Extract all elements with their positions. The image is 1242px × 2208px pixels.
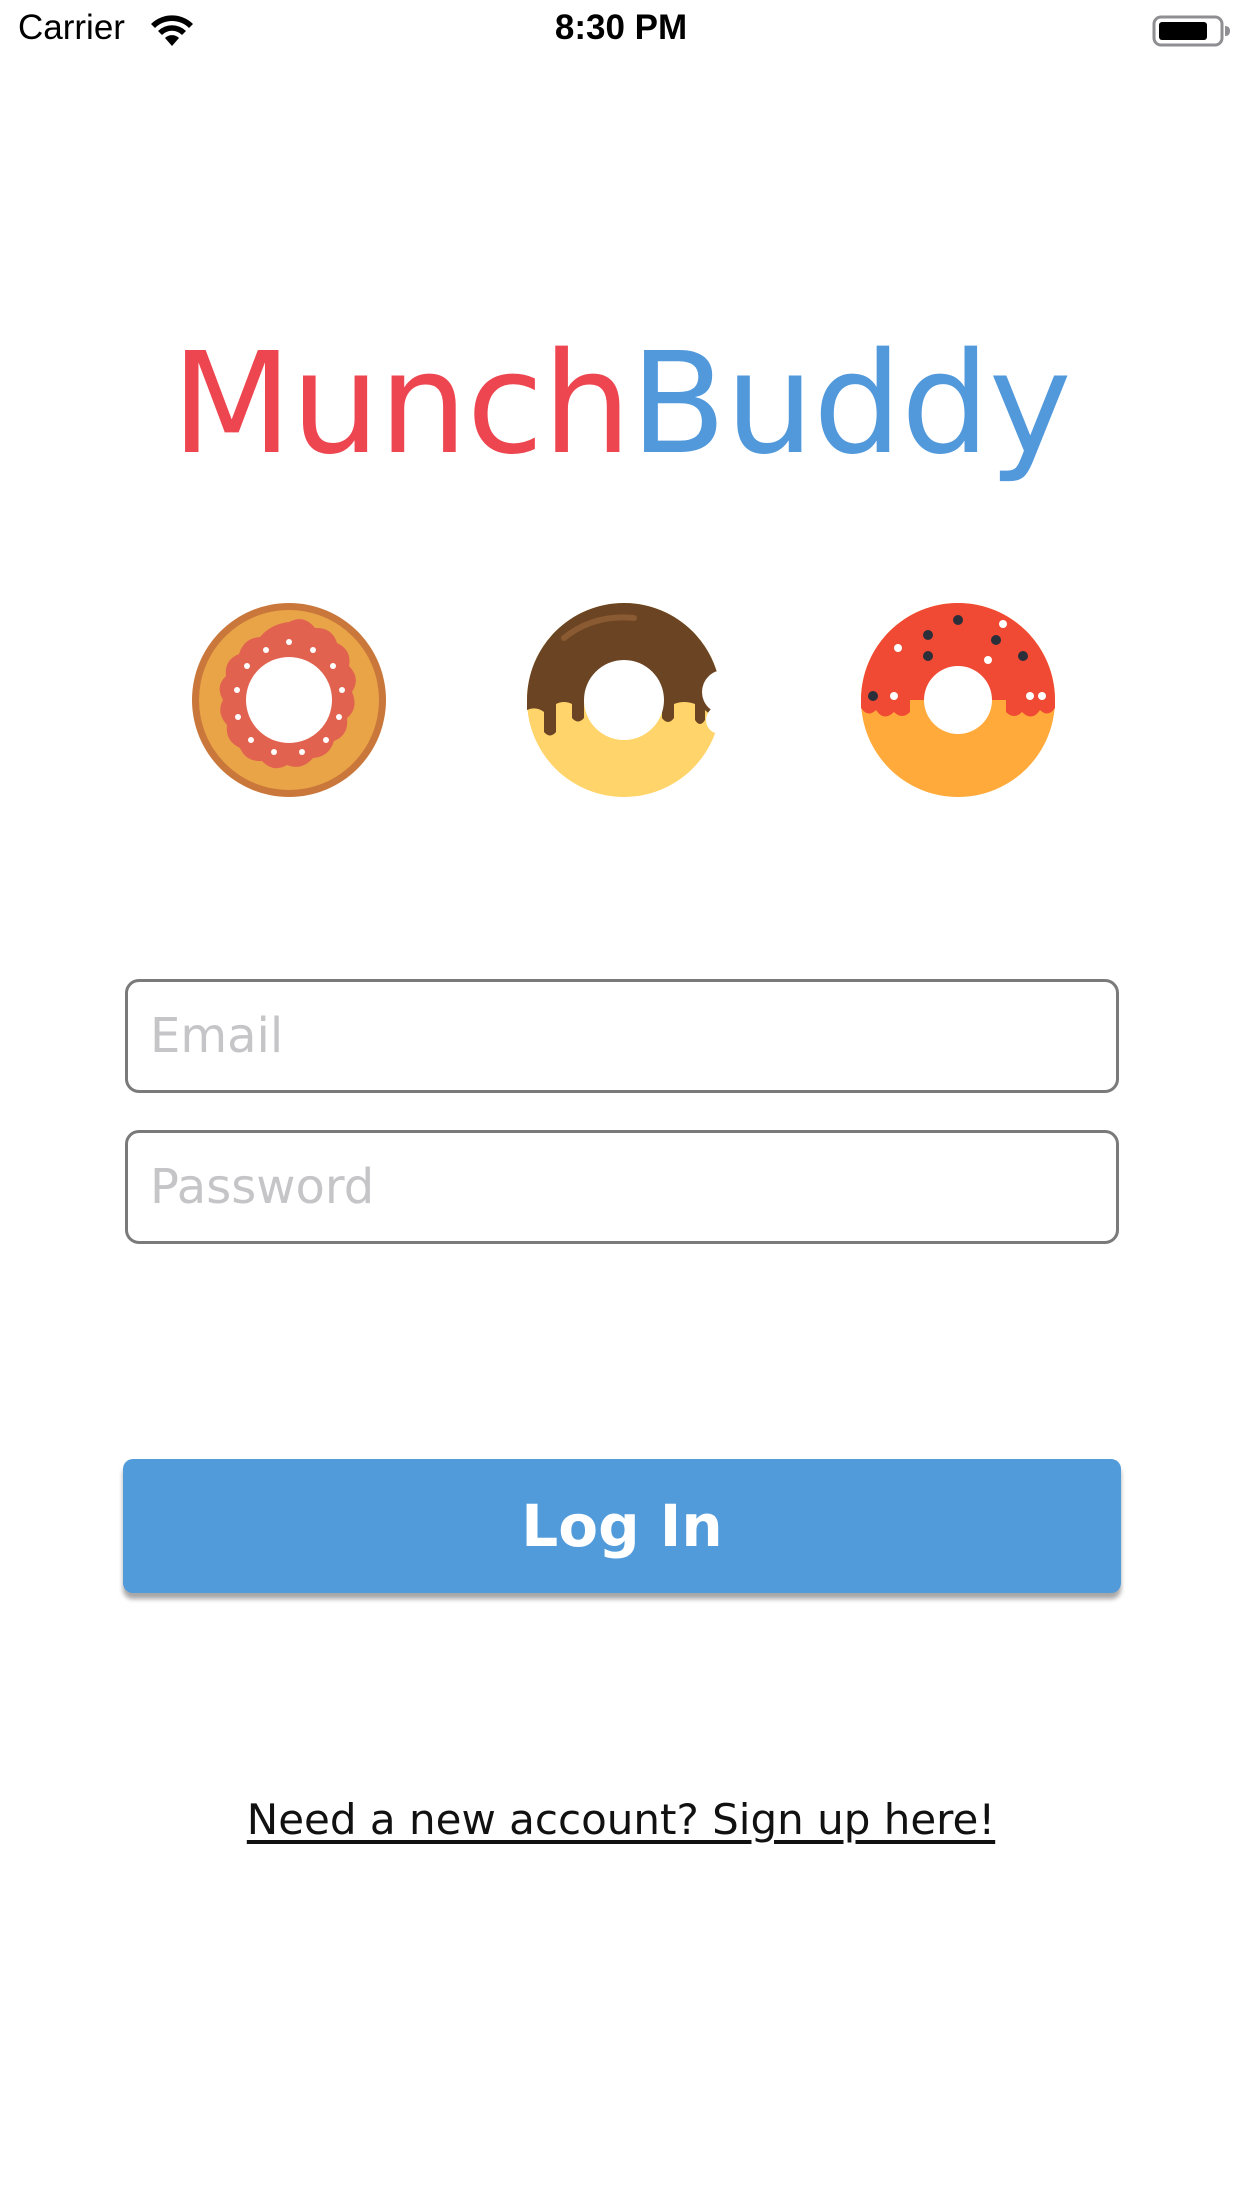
password-field[interactable] (125, 1130, 1119, 1244)
red-sprinkle-donut-icon (861, 603, 1055, 797)
status-bar: Carrier 8:30 PM (0, 0, 1242, 60)
app-title-buddy: Buddy (630, 323, 1071, 486)
status-time: 8:30 PM (554, 8, 688, 47)
email-field[interactable] (125, 979, 1119, 1093)
app-title: MunchBuddy (0, 320, 1242, 490)
login-screen: Carrier 8:30 PM MunchBuddy Email Log In … (0, 0, 1242, 2208)
app-title-munch: Munch (171, 323, 631, 486)
pink-frosted-donut-icon (192, 603, 386, 797)
battery-icon (1152, 15, 1230, 47)
chocolate-bitten-donut-icon (527, 603, 721, 797)
signup-link[interactable]: Need a new account? Sign up here! (0, 1795, 1242, 1844)
login-button[interactable]: Log In (123, 1459, 1121, 1593)
